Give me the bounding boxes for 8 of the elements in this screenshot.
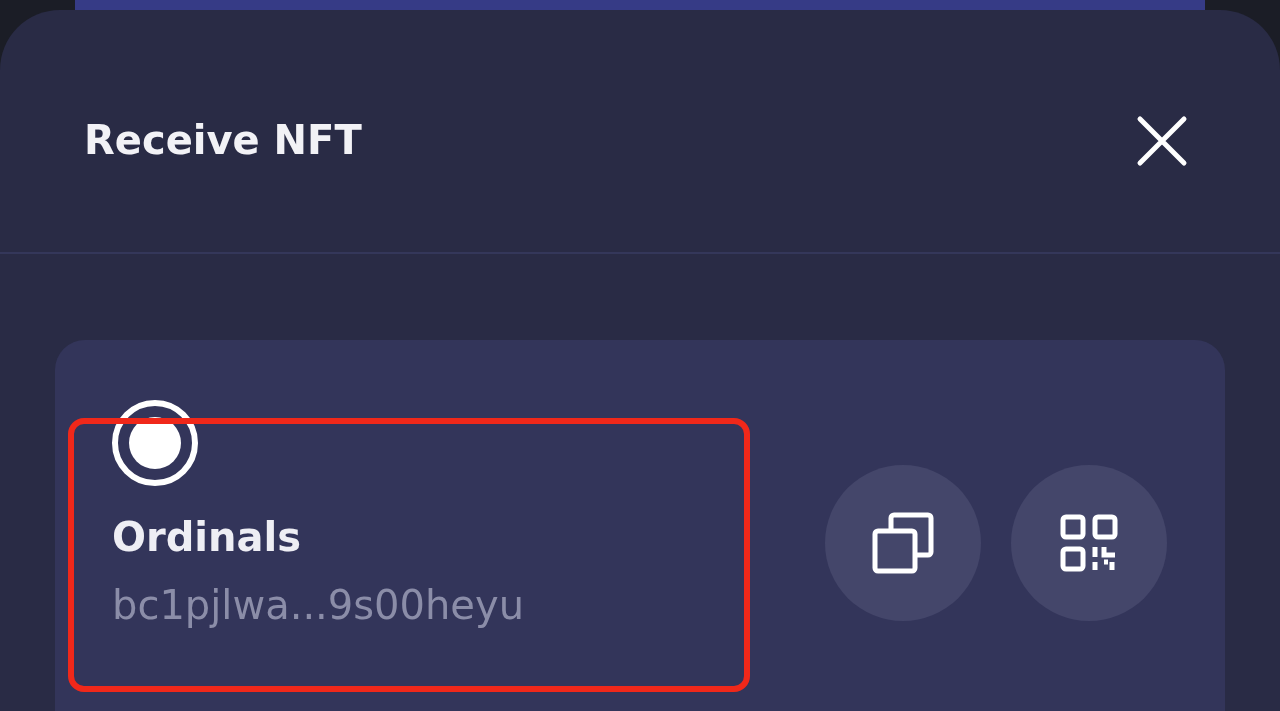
dialog-title: Receive NFT [84,117,362,163]
account-address: bc1pjlwa...9s00heyu [112,582,525,628]
copy-icon [871,511,935,575]
close-icon [1136,115,1188,167]
account-name: Ordinals [112,514,303,560]
qr-code-icon [1060,514,1118,572]
close-button[interactable] [1136,115,1188,167]
radio-button[interactable] [112,400,198,486]
